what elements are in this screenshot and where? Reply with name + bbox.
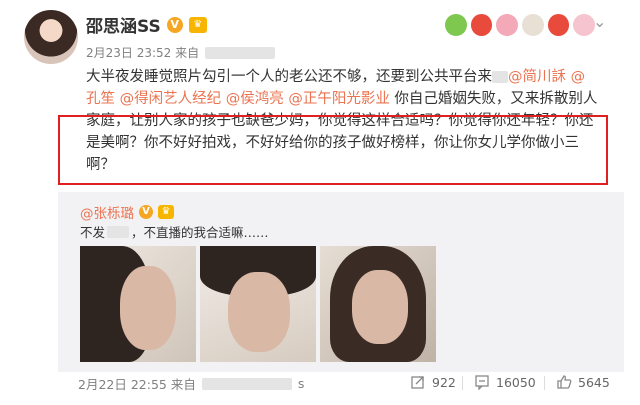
like-button[interactable]: 5645: [556, 374, 610, 390]
decorative-emoji-strip: [445, 6, 596, 44]
comment-count: 16050: [496, 374, 536, 390]
blurred-source: [205, 46, 276, 59]
post-footer: 2月22日 22:55 来自 s 922 16050 5645: [78, 374, 610, 393]
post-meta: 2月23日 23:52 来自: [86, 44, 276, 61]
repost-timestamp[interactable]: 2月22日 22:55 来自: [78, 374, 196, 393]
comment-icon: [475, 375, 489, 390]
vip-crown-icon: ♛: [158, 205, 174, 219]
like-count: 5645: [578, 374, 610, 390]
post-line-2: 孔笙 @得闲艺人经纪 @侯鸿亮 @正午阳光影业 你自己婚姻失败，又来拆散别人: [86, 91, 598, 107]
repost-icon: [411, 376, 424, 389]
divider: [544, 376, 545, 390]
photo-thumbnail[interactable]: [320, 246, 436, 362]
verified-badge-icon: V: [139, 205, 153, 219]
mention-link[interactable]: @正午阳光影业: [288, 91, 390, 107]
chevron-down-icon[interactable]: ⌄: [593, 12, 606, 31]
repost-text: 不发 ，不直播的我合适嘛……: [80, 225, 269, 240]
post-line-1: 大半夜发睡觉照片勾引一个人的老公还不够，还要到公共平台来 @简川訸 @: [86, 69, 586, 85]
mention-link[interactable]: @: [566, 69, 586, 85]
reposted-weibo[interactable]: @张栎璐 V ♛ 不发 ，不直播的我合适嘛……: [58, 192, 624, 372]
mention-link[interactable]: 孔笙: [86, 91, 120, 107]
verified-badge-icon: V: [166, 16, 183, 33]
repost-count: 922: [432, 374, 456, 390]
comment-button[interactable]: 16050: [474, 374, 536, 390]
repost-author[interactable]: @张栎璐: [80, 202, 134, 222]
highlight-box: [58, 115, 608, 185]
username[interactable]: 邵思涵SS: [86, 12, 161, 37]
photo-thumbnail[interactable]: [80, 246, 196, 362]
post-timestamp[interactable]: 2月23日 23:52 来自: [86, 44, 199, 61]
avatar[interactable]: [24, 10, 78, 64]
mention-link[interactable]: @侯鸿亮: [226, 91, 284, 107]
like-icon: [557, 375, 572, 389]
divider: [462, 376, 463, 390]
photo-thumbnail[interactable]: [200, 246, 316, 362]
mention-link[interactable]: @得闲艺人经纪: [120, 91, 222, 107]
mention-link[interactable]: @简川訸: [508, 69, 566, 85]
vip-crown-icon: ♛: [188, 16, 207, 33]
repost-button[interactable]: 922: [410, 374, 456, 390]
